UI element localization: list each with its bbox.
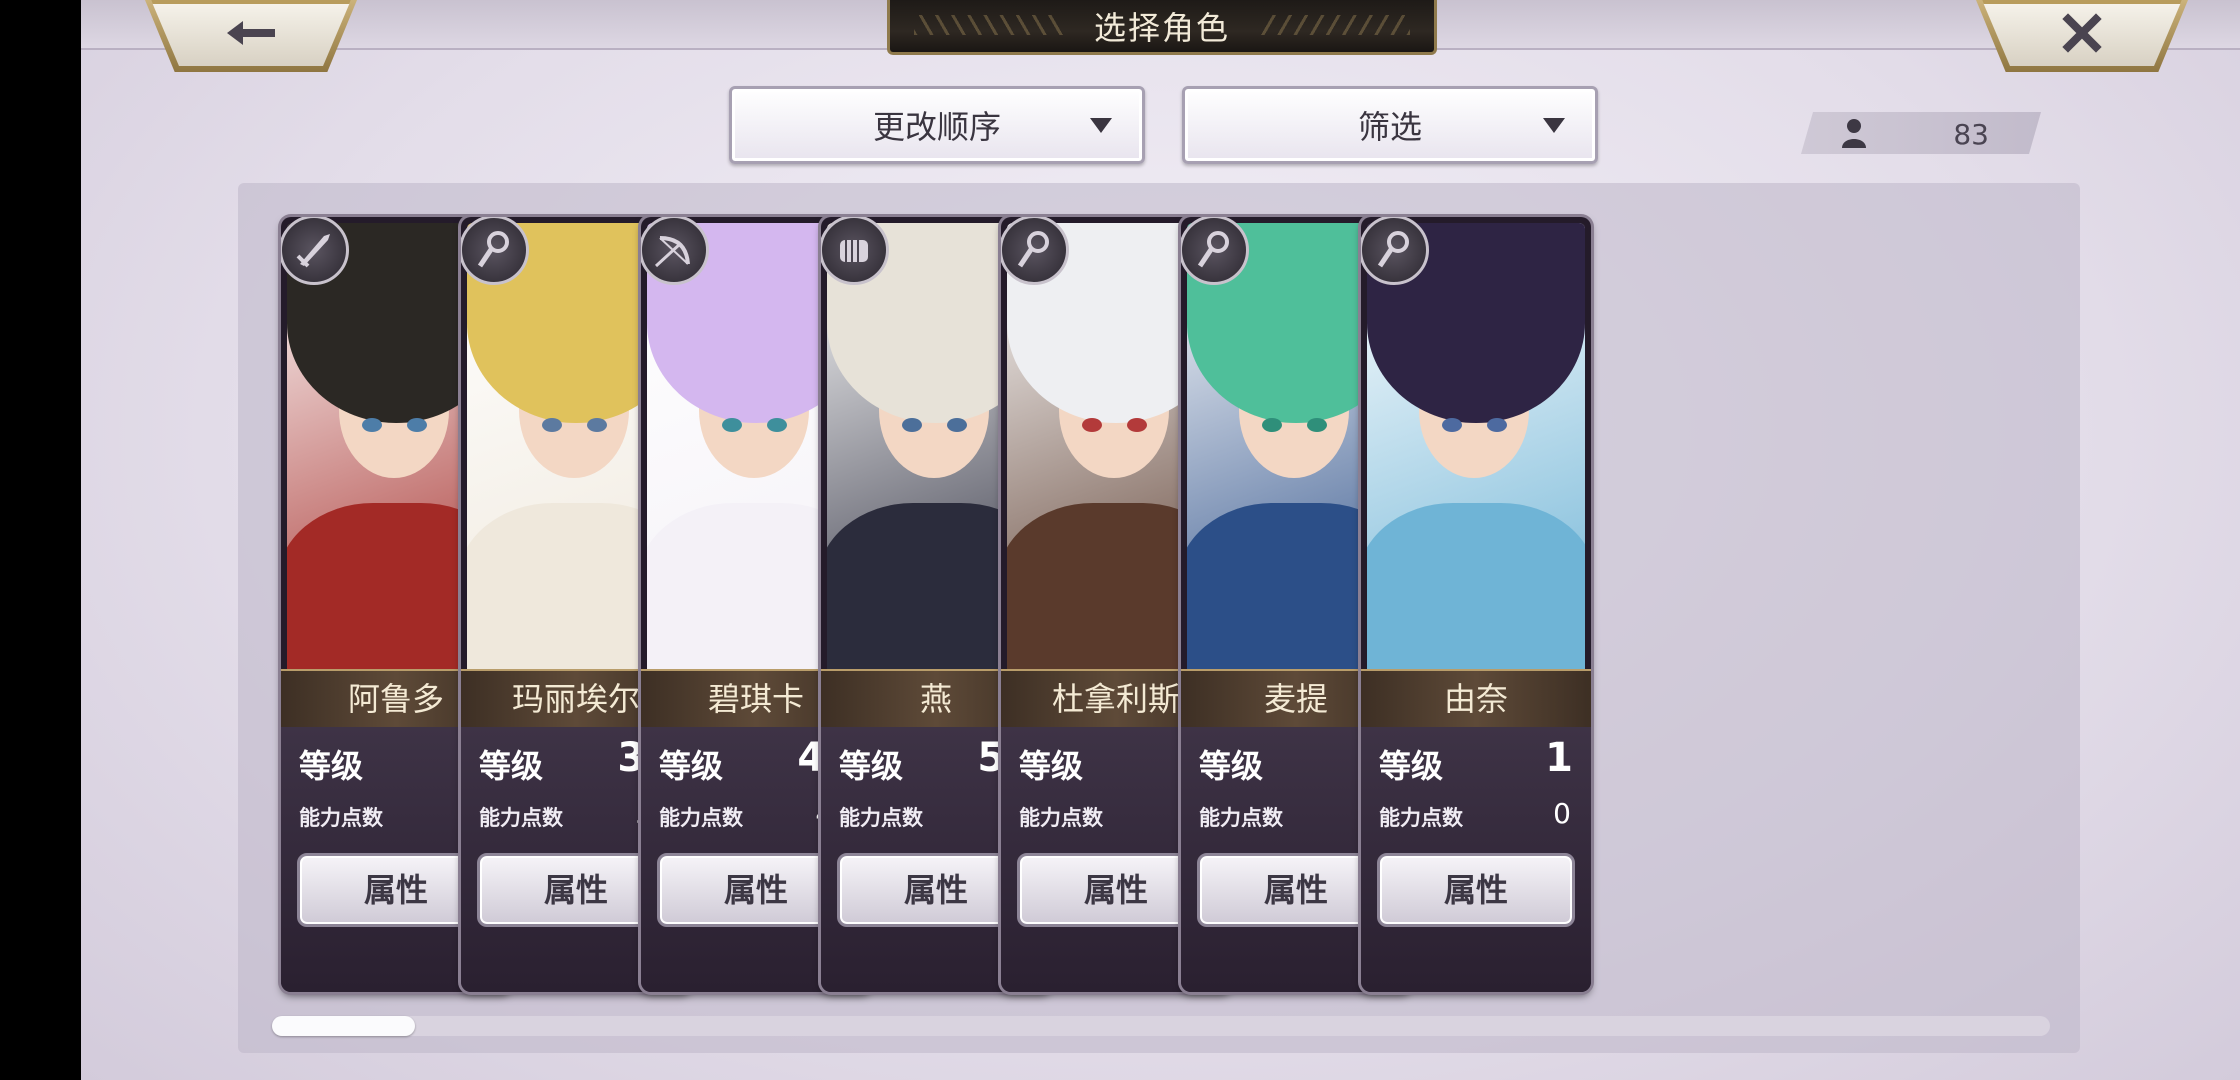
level-label: 等级 [839,747,904,785]
horizontal-scrollbar[interactable] [272,1016,2050,1036]
back-arrow-icon [227,21,275,45]
portrait-eye-right [947,418,967,432]
level-label: 等级 [299,747,364,785]
ability-points-label: 能力点数 [299,806,383,830]
level-label: 等级 [1379,747,1444,785]
title-bar: 选择角色 [887,0,1437,55]
portrait-eye-left [362,418,382,432]
level-label: 等级 [1199,747,1264,785]
level-value: 1 [1545,735,1573,781]
sort-order-label: 更改顺序 [872,108,1001,146]
screen: 选择角色 更改顺序 筛选 83 阿鲁多 等级 4 能力点数 3 [81,0,2240,1080]
character-count-badge: 83 [1801,112,2041,154]
filter-label: 筛选 [1357,108,1422,146]
portrait-eye-right [1487,418,1507,432]
ability-points-label: 能力点数 [1199,806,1283,830]
portrait-eye-left [722,418,742,432]
character-name: 由奈 [1361,669,1591,729]
portrait-eye-right [1127,418,1147,432]
level-label: 等级 [659,747,724,785]
character-stats: 等级 1 能力点数 0 属性 [1361,727,1591,992]
ability-points-label: 能力点数 [479,806,563,830]
portrait-eye-right [767,418,787,432]
character-portrait [1367,223,1585,669]
portrait-eye-right [587,418,607,432]
portrait-eye-right [407,418,427,432]
ability-points-label: 能力点数 [1019,806,1103,830]
chevron-down-icon [1090,118,1112,133]
level-label: 等级 [479,747,544,785]
filter-dropdown[interactable]: 筛选 [1182,86,1598,164]
character-card-7[interactable]: 由奈 等级 1 能力点数 0 属性 [1361,217,1591,992]
ability-points-value: 0 [1553,797,1571,830]
person-icon [1842,119,1866,148]
portrait-eye-left [902,418,922,432]
scrollbar-thumb[interactable] [272,1016,415,1036]
title-ornament-left [914,15,1064,35]
portrait-outfit [1367,503,1585,669]
close-icon [2062,13,2102,53]
portrait-eye-left [1262,418,1282,432]
page-title: 选择角色 [1093,9,1230,47]
portrait-eye-right [1307,418,1327,432]
chevron-down-icon [1543,118,1565,133]
portrait-eye-left [1442,418,1462,432]
sort-order-dropdown[interactable]: 更改顺序 [729,86,1145,164]
level-label: 等级 [1019,747,1084,785]
ability-points-label: 能力点数 [659,806,743,830]
portrait-eye-left [1082,418,1102,432]
portrait-eye-left [542,418,562,432]
close-button[interactable] [1982,0,2182,66]
character-count: 83 [1953,118,1989,151]
back-button[interactable] [151,0,351,66]
ability-points-label: 能力点数 [839,806,923,830]
attributes-button[interactable]: 属性 [1377,853,1575,927]
ability-points-label: 能力点数 [1379,806,1463,830]
title-ornament-right [1260,15,1410,35]
